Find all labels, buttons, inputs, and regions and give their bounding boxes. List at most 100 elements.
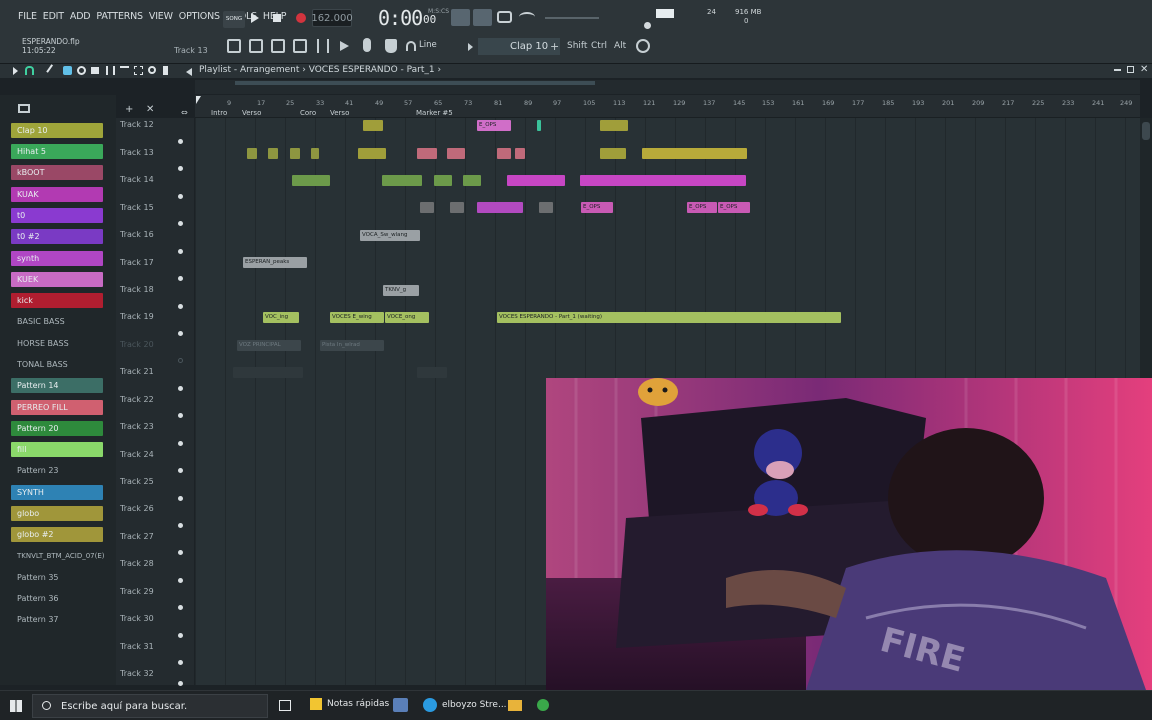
zoom-icon[interactable]: [148, 66, 156, 74]
menu-add[interactable]: ADD: [70, 11, 91, 22]
marker-verso[interactable]: Verso: [242, 109, 261, 117]
song-start-marker[interactable]: [196, 96, 201, 104]
snap-magnet-icon[interactable]: [25, 66, 34, 75]
minimize-icon[interactable]: [1114, 69, 1121, 71]
clip-hihat-roll[interactable]: [642, 148, 747, 159]
clip-pattern[interactable]: [292, 175, 330, 186]
channel-synth[interactable]: synth: [11, 251, 103, 266]
magnet-icon[interactable]: [406, 41, 416, 51]
play-button[interactable]: [251, 13, 259, 23]
track-mute-dot[interactable]: [178, 578, 183, 583]
track-label[interactable]: Track 28: [120, 559, 154, 568]
clip-pattern[interactable]: [382, 175, 422, 186]
microphone-icon[interactable]: [363, 38, 371, 52]
track-mute-dot[interactable]: [178, 139, 183, 144]
clip-pattern[interactable]: [434, 175, 452, 186]
track-mute-dot[interactable]: [178, 249, 183, 254]
windows-start-icon[interactable]: [10, 700, 22, 712]
clip-pattern[interactable]: [358, 148, 386, 159]
track-mute-dot[interactable]: [178, 523, 183, 528]
marker-verso-2[interactable]: Verso: [330, 109, 349, 117]
track-label[interactable]: Track 27: [120, 532, 154, 541]
menu-patterns[interactable]: PATTERNS: [96, 11, 143, 22]
clip-pattern[interactable]: [450, 202, 464, 213]
clip-pattern[interactable]: [268, 148, 278, 159]
channel-pattern-14[interactable]: Pattern 14: [11, 378, 103, 393]
channel-rack-icon[interactable]: [271, 39, 285, 53]
channel-tonal-bass[interactable]: TONAL BASS: [11, 357, 103, 372]
mixer-icon[interactable]: [293, 39, 307, 53]
track-label[interactable]: Track 24: [120, 450, 154, 459]
menu-file[interactable]: FILE: [18, 11, 37, 22]
slip-icon[interactable]: [106, 66, 115, 75]
play-arrow-icon[interactable]: [13, 67, 18, 75]
channel-t0-2[interactable]: t0 #2: [11, 229, 103, 244]
marker-intro[interactable]: Intro: [211, 109, 227, 117]
track-label[interactable]: Track 16: [120, 230, 154, 239]
close-icon[interactable]: ✕: [1140, 64, 1148, 75]
shift-key[interactable]: Shift: [567, 41, 587, 51]
track-mute-dot[interactable]: [178, 221, 183, 226]
channel-fill[interactable]: fill: [11, 442, 103, 457]
snap-label[interactable]: Line: [419, 40, 437, 50]
overview-strip[interactable]: [195, 80, 1140, 94]
track-label[interactable]: Track 31: [120, 642, 154, 651]
track-mute-dot[interactable]: [178, 681, 183, 686]
master-pitch-knob[interactable]: [644, 22, 651, 29]
channel-kboot[interactable]: kBOOT: [11, 165, 103, 180]
channel-basic-bass[interactable]: BASIC BASS: [11, 314, 103, 329]
channel-hihat-5[interactable]: Hihat 5: [11, 144, 103, 159]
track-mute-dot[interactable]: [178, 386, 183, 391]
loop-record-icon[interactable]: [497, 11, 512, 23]
clip-pattern[interactable]: [477, 202, 523, 213]
clip-vocal[interactable]: VOCA_Sw_wlang: [360, 230, 420, 241]
playback-icon[interactable]: [163, 66, 172, 75]
mixer-faders-icon[interactable]: [317, 39, 329, 53]
plugin-icon[interactable]: [385, 39, 397, 53]
track-label[interactable]: Track 15: [120, 203, 154, 212]
piano-keys-icon[interactable]: [18, 104, 30, 113]
clip-pattern[interactable]: [417, 148, 437, 159]
playlist-menu-arrow-icon[interactable]: [186, 68, 192, 76]
track-label[interactable]: Track 14: [120, 175, 154, 184]
scrollbar-thumb[interactable]: [1142, 122, 1150, 140]
clip-pattern[interactable]: [420, 202, 434, 213]
slice-icon[interactable]: [120, 66, 129, 75]
track-mute-dot[interactable]: [178, 194, 183, 199]
menu-options[interactable]: OPTIONS: [179, 11, 220, 22]
channel-pattern-23[interactable]: Pattern 23: [11, 463, 103, 478]
clip-pattern[interactable]: [600, 120, 628, 131]
pencil-icon[interactable]: [46, 64, 59, 77]
track-mute-dot[interactable]: [178, 358, 183, 363]
track-mute-dot[interactable]: [178, 605, 183, 610]
ctrl-key[interactable]: Ctrl: [591, 41, 607, 51]
channel-kuek[interactable]: KUEK: [11, 272, 103, 287]
track-mute-dot[interactable]: [178, 304, 183, 309]
clip-voces-esperando[interactable]: VOCES ESPERANDO - Part_1 (waiting): [497, 312, 841, 323]
metronome-icon[interactable]: [451, 9, 470, 26]
clip-pattern[interactable]: [311, 148, 319, 159]
wait-input-icon[interactable]: [473, 9, 492, 26]
clip-pattern[interactable]: [290, 148, 300, 159]
channel-pattern-37[interactable]: Pattern 37: [11, 612, 103, 627]
clip-pattern[interactable]: [507, 175, 565, 186]
track-mute-dot[interactable]: [178, 633, 183, 638]
clip-voz-principal[interactable]: VOZ PRINCIPAL: [237, 340, 301, 351]
add-track-button[interactable]: +: [125, 104, 133, 115]
track-label[interactable]: Track 20: [120, 340, 154, 349]
pitch-icon[interactable]: [519, 12, 535, 22]
track-mute-dot[interactable]: [178, 166, 183, 171]
track-label[interactable]: Track 18: [120, 285, 154, 294]
taskbar-browser[interactable]: elboyzo Stre...: [423, 698, 507, 712]
maximize-icon[interactable]: [1127, 66, 1134, 73]
clip-pattern[interactable]: [515, 148, 525, 159]
overview-window[interactable]: [235, 81, 595, 85]
track-label[interactable]: Track 25: [120, 477, 154, 486]
add-pattern-icon[interactable]: +: [550, 40, 559, 53]
clip-pattern[interactable]: [537, 120, 541, 131]
stop-button[interactable]: [273, 14, 281, 22]
playlist-icon[interactable]: [227, 39, 241, 53]
clip-e-ops[interactable]: E_OPS: [477, 120, 511, 131]
track-label[interactable]: Track 23: [120, 422, 154, 431]
track-mute-dot[interactable]: [178, 468, 183, 473]
